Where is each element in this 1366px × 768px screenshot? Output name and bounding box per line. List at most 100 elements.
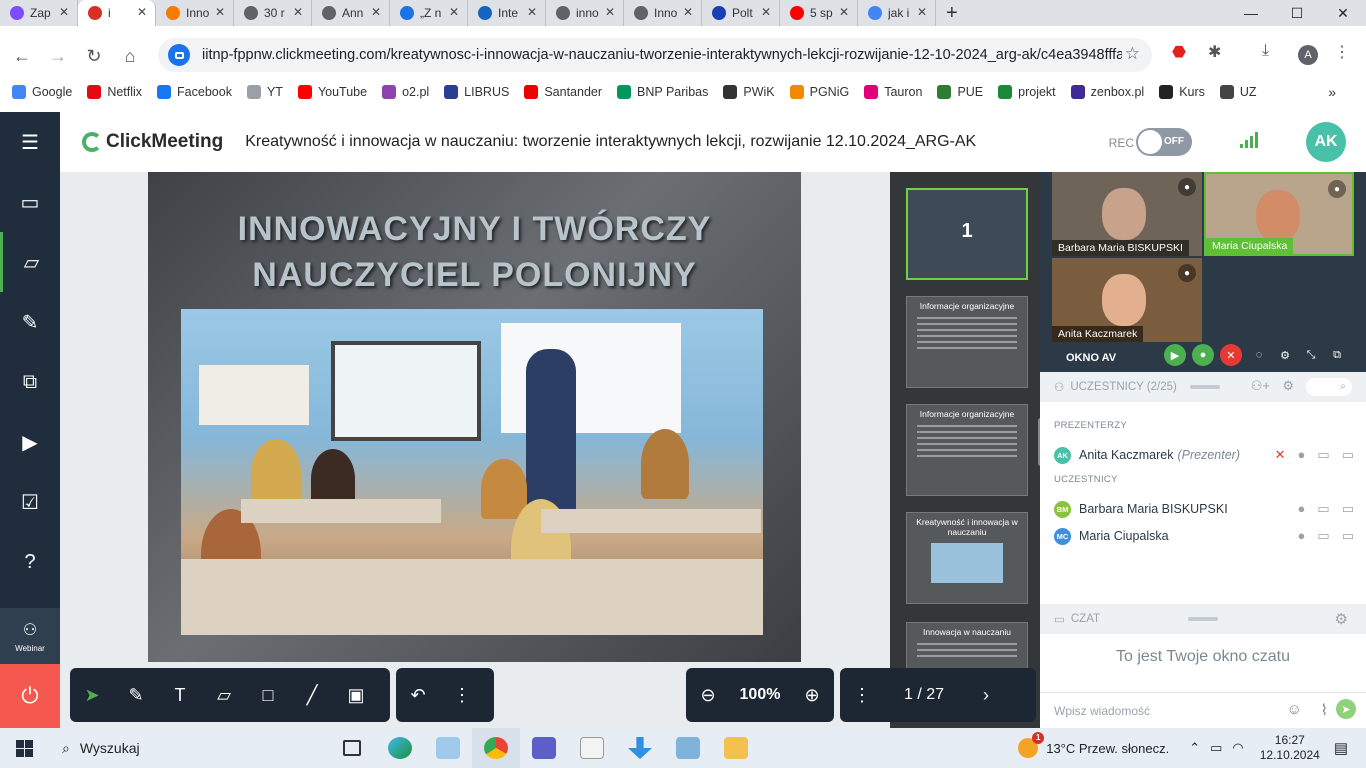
browser-tab[interactable]: 5 sp ✕ bbox=[780, 0, 858, 26]
popout-icon[interactable]: ⧉ bbox=[1326, 344, 1348, 366]
address-bar[interactable]: iitnp-fppnw.clickmeeting.com/kreatywnosc… bbox=[158, 38, 1152, 72]
webinar-mode-button[interactable]: ⚇ Webinar bbox=[0, 608, 60, 664]
bookmark-item[interactable]: Facebook bbox=[157, 85, 232, 99]
zoom-out-icon[interactable]: ⊖ bbox=[686, 675, 730, 715]
bookmark-item[interactable]: Tauron bbox=[864, 85, 922, 99]
browser-tab[interactable]: Inno ✕ bbox=[156, 0, 234, 26]
reload-button[interactable]: ↻ bbox=[76, 46, 112, 67]
tab-close-icon[interactable]: ✕ bbox=[215, 5, 225, 19]
new-tab-button[interactable]: + bbox=[946, 2, 958, 25]
tab-close-icon[interactable]: ✕ bbox=[761, 5, 771, 19]
maximize-button[interactable]: ☐ bbox=[1274, 0, 1320, 26]
whiteboard-edit-icon[interactable]: ✎ bbox=[0, 292, 60, 352]
mic-icon[interactable]: ● bbox=[1298, 447, 1306, 463]
minimize-button[interactable]: — bbox=[1228, 0, 1274, 26]
add-participant-icon[interactable]: ⚇+ bbox=[1251, 378, 1270, 394]
video-tile[interactable]: ● Anita Kaczmarek bbox=[1052, 258, 1202, 342]
camera-icon[interactable]: ▭ bbox=[1317, 501, 1329, 517]
slide-thumbnail[interactable]: 1 bbox=[906, 188, 1028, 280]
browser-tab[interactable]: Zap ✕ bbox=[0, 0, 78, 26]
recording-toggle[interactable]: OFF bbox=[1136, 128, 1192, 156]
back-button[interactable]: ← bbox=[4, 46, 40, 67]
video-tile[interactable]: ● Maria Ciupalska bbox=[1204, 172, 1354, 256]
bookmark-item[interactable]: BNP Paribas bbox=[617, 85, 708, 99]
tab-close-icon[interactable]: ✕ bbox=[293, 5, 303, 19]
adblock-extension-icon[interactable]: ⬣ bbox=[1172, 42, 1186, 62]
bookmark-item[interactable]: zenbox.pl bbox=[1070, 85, 1144, 99]
av-settings-gear-icon[interactable]: ⚙ bbox=[1274, 344, 1296, 366]
bookmark-item[interactable]: Santander bbox=[524, 85, 602, 99]
bookmark-item[interactable]: projekt bbox=[998, 85, 1056, 99]
browser-tab[interactable]: Ann ✕ bbox=[312, 0, 390, 26]
bookmark-item[interactable]: UZ bbox=[1219, 85, 1257, 99]
tab-close-icon[interactable]: ✕ bbox=[683, 5, 693, 19]
participant-row[interactable]: MC Maria Ciupalska ● ▭ ▭ bbox=[1054, 526, 1354, 546]
screen-share-icon[interactable]: ⧉ bbox=[0, 352, 60, 412]
browser-menu-icon[interactable]: ⋮ bbox=[1334, 42, 1350, 62]
files-folder-icon[interactable]: ▱ bbox=[0, 232, 60, 292]
chrome-icon[interactable] bbox=[472, 728, 520, 768]
mic-toggle-icon[interactable]: ● bbox=[1192, 344, 1214, 366]
camera-toggle-icon[interactable]: ▶ bbox=[1164, 344, 1186, 366]
menu-hamburger-icon[interactable]: ☰ bbox=[0, 112, 60, 172]
participants-settings-icon[interactable]: ⚙ bbox=[1282, 378, 1294, 394]
bookmark-star-icon[interactable]: ☆ bbox=[1125, 44, 1140, 64]
weather-widget[interactable]: 1 13°C Przew. słonecz. bbox=[1018, 732, 1169, 758]
slide-thumbnail[interactable]: Kreatywność i innowacja w nauczaniu bbox=[906, 512, 1028, 604]
line-icon[interactable]: ╱ bbox=[290, 675, 334, 715]
chat-header[interactable]: ▭ CZAT ⚙ bbox=[1040, 604, 1366, 634]
undo-icon[interactable]: ↶ bbox=[396, 675, 440, 715]
tab-close-icon[interactable]: ✕ bbox=[371, 5, 381, 19]
bookmark-item[interactable]: Netflix bbox=[87, 85, 142, 99]
participant-row[interactable]: BM Barbara Maria BISKUPSKI ● ▭ ▭ bbox=[1054, 499, 1354, 519]
slide-thumbnail[interactable]: Informacje organizacyjne bbox=[906, 296, 1028, 388]
user-avatar[interactable]: AK bbox=[1306, 122, 1346, 162]
profile-avatar[interactable]: A bbox=[1298, 45, 1318, 65]
zoom-in-icon[interactable]: ⊕ bbox=[790, 675, 834, 715]
tab-close-icon[interactable]: ✕ bbox=[917, 5, 927, 19]
drag-handle[interactable] bbox=[1190, 385, 1220, 389]
camera-tool-icon[interactable]: ▭ bbox=[0, 172, 60, 232]
tab-close-icon[interactable]: ✕ bbox=[137, 5, 147, 19]
attach-paperclip-icon[interactable]: ⌇ bbox=[1321, 701, 1328, 719]
bookmark-item[interactable]: PGNiG bbox=[789, 85, 849, 99]
browser-tab[interactable]: 30 r ✕ bbox=[234, 0, 312, 26]
emoji-icon[interactable]: ☺ bbox=[1287, 701, 1302, 718]
browser-tab[interactable]: Inte ✕ bbox=[468, 0, 546, 26]
drag-handle[interactable] bbox=[1188, 617, 1218, 621]
pointer-cursor-icon[interactable]: ➤ bbox=[70, 675, 114, 715]
mic-icon[interactable]: ● bbox=[1298, 528, 1306, 544]
battery-icon[interactable]: ▭ bbox=[1210, 740, 1222, 756]
tab-close-icon[interactable]: ✕ bbox=[59, 5, 69, 19]
camera-icon[interactable]: ▭ bbox=[1317, 528, 1329, 544]
polls-icon[interactable]: ☑ bbox=[0, 472, 60, 532]
wifi-icon[interactable]: ◠ bbox=[1232, 740, 1243, 756]
text-tool-icon[interactable]: T bbox=[158, 675, 202, 715]
send-icon[interactable]: ➤ bbox=[1336, 699, 1356, 719]
leave-power-button[interactable]: ⏻ bbox=[0, 664, 60, 728]
browser-tab[interactable]: Polt ✕ bbox=[702, 0, 780, 26]
chat-bubble-icon[interactable]: ◌ bbox=[1248, 344, 1270, 366]
start-windows-icon[interactable] bbox=[0, 728, 48, 768]
screen-icon[interactable]: ▭ bbox=[1342, 447, 1354, 463]
browser-tab[interactable]: Inno ✕ bbox=[624, 0, 702, 26]
forward-button[interactable]: → bbox=[40, 46, 76, 67]
taskbar-search[interactable]: ⌕ Wyszukaj bbox=[48, 728, 328, 768]
tab-close-icon[interactable]: ✕ bbox=[527, 5, 537, 19]
close-window-button[interactable]: ✕ bbox=[1320, 0, 1366, 26]
bookmark-item[interactable]: PUE bbox=[937, 85, 983, 99]
screen-icon[interactable]: ▭ bbox=[1342, 528, 1354, 544]
browser-tab[interactable]: i ✕ bbox=[78, 0, 156, 26]
image-icon[interactable]: ▣ bbox=[334, 675, 378, 715]
video-player-icon[interactable]: ▶ bbox=[0, 412, 60, 472]
home-button[interactable]: ⌂ bbox=[112, 46, 148, 67]
screen-icon[interactable]: ▭ bbox=[1342, 501, 1354, 517]
tab-close-icon[interactable]: ✕ bbox=[839, 5, 849, 19]
network-computer-icon[interactable] bbox=[664, 728, 712, 768]
mic-icon[interactable]: ● bbox=[1298, 501, 1306, 517]
browser-tab[interactable]: jak i ✕ bbox=[858, 0, 936, 26]
video-tile[interactable]: ● Barbara Maria BISKUPSKI bbox=[1052, 172, 1202, 256]
hand-off-icon[interactable]: ✕ bbox=[1275, 447, 1286, 463]
bookmark-item[interactable]: LIBRUS bbox=[444, 85, 509, 99]
participant-row[interactable]: AK Anita Kaczmarek (Prezenter) ✕ ● ▭ ▭ bbox=[1054, 445, 1354, 465]
